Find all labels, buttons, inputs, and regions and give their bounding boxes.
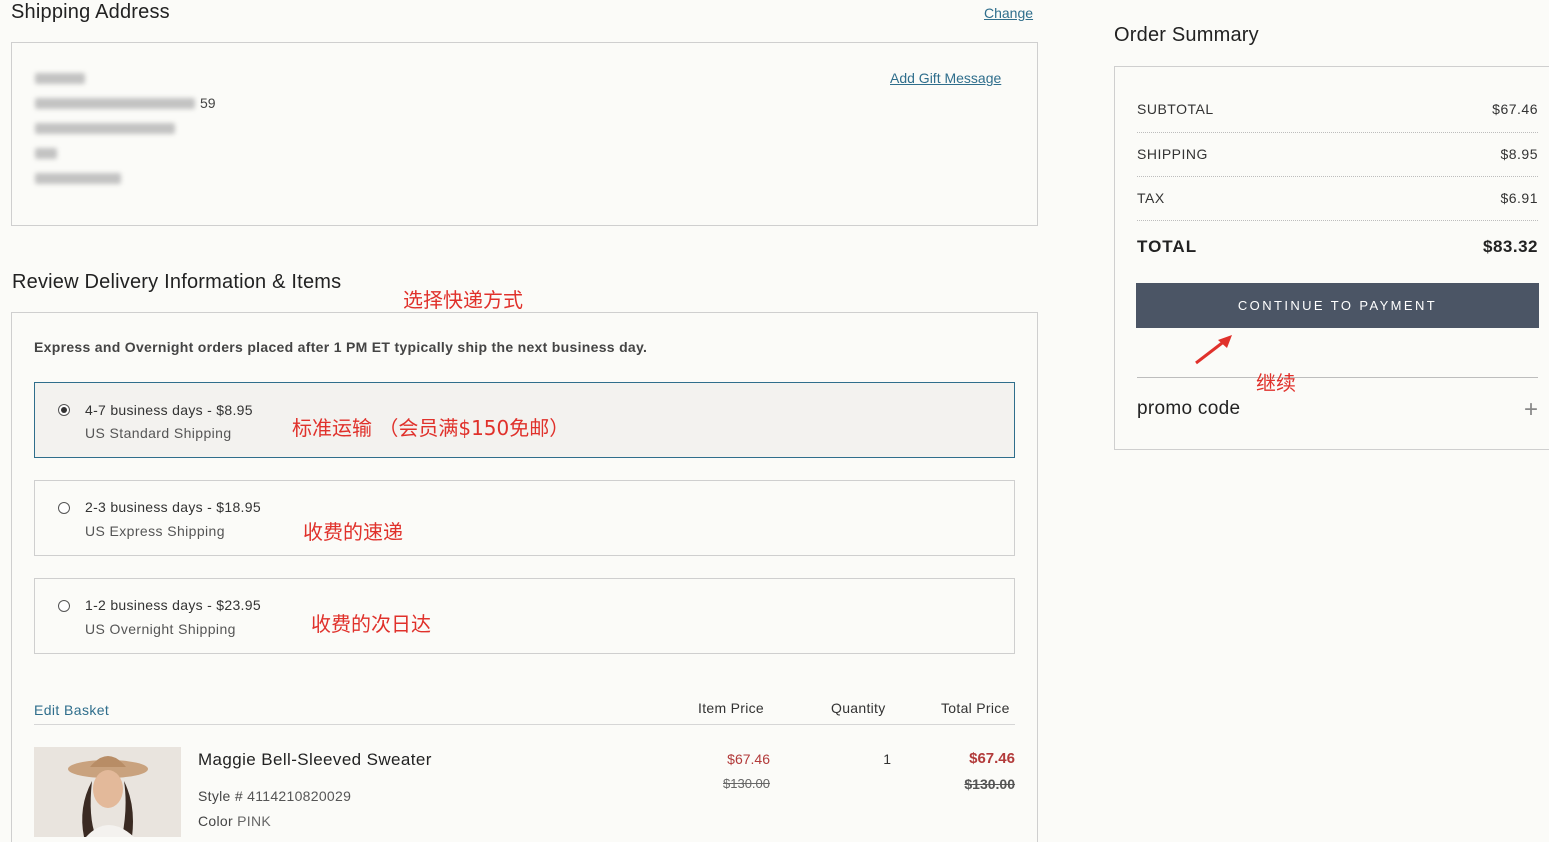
items-header-divider [34,724,1015,725]
summary-row-subtotal: SUBTOTAL $67.46 [1137,101,1538,117]
delivery-notice: Express and Overnight orders placed afte… [34,339,648,355]
annotation-express: 收费的速递 [303,520,403,544]
promo-code-label: promo code [1137,398,1241,419]
column-total-price: Total Price [941,700,1010,716]
product-color-value: PINK [237,813,272,829]
summary-row-tax: TAX $6.91 [1137,190,1538,206]
address-line1-visible: 59 [200,95,216,111]
tax-label: TAX [1137,190,1165,206]
item-original-price: $130.00 [723,776,770,791]
radio-overnight[interactable] [58,600,70,612]
add-gift-message-link[interactable]: Add Gift Message [890,70,1001,86]
item-original-total: $130.00 [964,776,1015,792]
shipping-option-overnight-name: US Overnight Shipping [85,621,236,637]
change-address-link[interactable]: Change [984,5,1033,21]
address-name-redacted [35,73,85,84]
annotation-standard: 标准运输 （会员满$150免邮） [292,416,570,440]
summary-divider-2 [1137,176,1538,177]
edit-basket-link[interactable]: Edit Basket [34,702,109,718]
summary-divider-3 [1137,220,1538,221]
product-name[interactable]: Maggie Bell-Sleeved Sweater [198,750,432,770]
shipping-label: SHIPPING [1137,146,1208,162]
subtotal-label: SUBTOTAL [1137,101,1214,117]
item-quantity: 1 [883,751,891,767]
address-phone-redacted [35,173,121,184]
shipping-address-title: Shipping Address [11,1,170,23]
promo-divider [1137,377,1538,378]
shipping-option-standard-name: US Standard Shipping [85,425,232,441]
shipping-option-express-name: US Express Shipping [85,523,225,539]
product-style: Style # 4114210820029 [198,788,351,804]
product-style-label: Style # [198,788,243,804]
address-line2-redacted [35,123,175,134]
product-color: Color PINK [198,813,271,829]
continue-to-payment-button[interactable]: CONTINUE TO PAYMENT [1136,283,1539,328]
tax-value: $6.91 [1500,190,1538,206]
address-line3-redacted [35,148,57,159]
annotation-arrow-icon [1195,335,1232,365]
annotation-choose-shipping: 选择快递方式 [403,288,523,312]
order-summary-box: SUBTOTAL $67.46 SHIPPING $8.95 TAX $6.91… [1114,66,1549,450]
address-line1-redacted [35,98,195,109]
order-summary-title: Order Summary [1114,24,1259,46]
product-thumbnail[interactable] [34,747,181,837]
radio-express[interactable] [58,502,70,514]
shipping-option-express-time: 2-3 business days - $18.95 [85,499,261,515]
shipping-option-express[interactable]: 2-3 business days - $18.95 US Express Sh… [34,480,1015,556]
column-quantity: Quantity [831,700,886,716]
product-color-label: Color [198,813,233,829]
total-label: TOTAL [1137,237,1198,256]
shipping-value: $8.95 [1500,146,1538,162]
shipping-address-box: Add Gift Message 59 [11,42,1038,226]
shipping-option-overnight[interactable]: 1-2 business days - $23.95 US Overnight … [34,578,1015,654]
item-sale-price: $67.46 [727,751,770,767]
annotation-continue: 继续 [1256,371,1296,395]
subtotal-value: $67.46 [1492,101,1538,117]
promo-code-toggle[interactable]: promo code + [1137,396,1538,426]
item-total-price: $67.46 [969,750,1015,767]
delivery-section-title: Review Delivery Information & Items [12,271,342,293]
annotation-overnight: 收费的次日达 [311,612,431,636]
summary-row-total: TOTAL $83.32 [1137,237,1538,257]
product-style-value: 4114210820029 [247,788,352,804]
summary-row-shipping: SHIPPING $8.95 [1137,146,1538,162]
product-photo-icon [34,747,181,837]
radio-standard[interactable] [58,404,70,416]
summary-divider-1 [1137,132,1538,133]
total-value: $83.32 [1483,237,1538,256]
shipping-option-standard-time: 4-7 business days - $8.95 [85,402,253,418]
shipping-option-overnight-time: 1-2 business days - $23.95 [85,597,261,613]
column-item-price: Item Price [698,700,765,716]
plus-icon[interactable]: + [1524,396,1538,424]
